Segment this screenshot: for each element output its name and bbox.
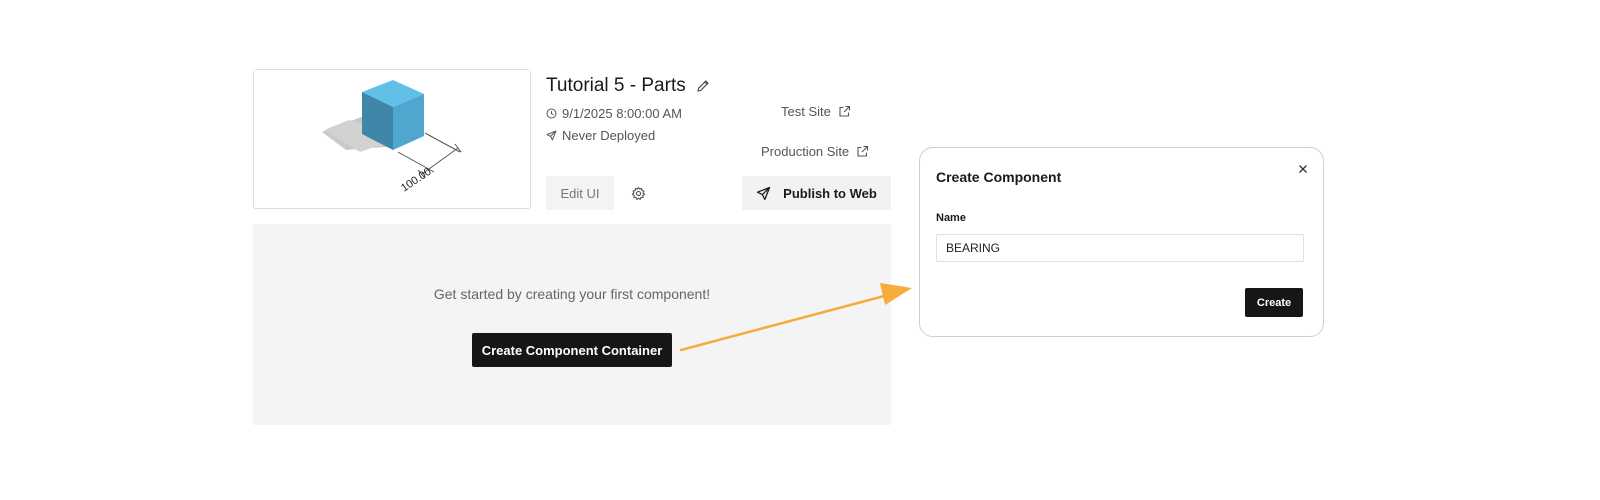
send-icon: [546, 130, 557, 141]
project-title: Tutorial 5 - Parts: [546, 75, 686, 96]
gear-icon[interactable]: [628, 183, 648, 203]
test-site-link[interactable]: Test Site: [781, 104, 851, 119]
cube-preview-icon: 100.00: [322, 80, 462, 195]
external-link-icon: [856, 145, 869, 158]
date-text: 9/1/2025 8:00:00 AM: [562, 106, 682, 121]
production-site-link[interactable]: Production Site: [761, 144, 869, 159]
create-button[interactable]: Create: [1245, 288, 1303, 317]
create-component-container-button[interactable]: Create Component Container: [472, 333, 672, 367]
close-icon[interactable]: [1295, 161, 1311, 177]
empty-state-message: Get started by creating your first compo…: [433, 286, 711, 302]
deploy-status: Never Deployed: [546, 128, 655, 143]
pencil-icon[interactable]: [696, 79, 710, 93]
publish-label: Publish to Web: [783, 185, 877, 201]
clock-icon: [546, 108, 557, 119]
project-info: Tutorial 5 - Parts 9/1/2025 8:00:00 AM N…: [546, 74, 710, 143]
publish-to-web-button[interactable]: Publish to Web: [742, 176, 891, 210]
dimension-label: 100.00: [399, 166, 434, 195]
production-site-label: Production Site: [761, 144, 850, 159]
name-field-label: Name: [936, 212, 966, 224]
project-date: 9/1/2025 8:00:00 AM: [546, 106, 682, 121]
dialog-title: Create Component: [936, 169, 1062, 185]
deploy-status-text: Never Deployed: [562, 128, 656, 143]
external-link-icon: [838, 105, 851, 118]
edit-ui-button[interactable]: Edit UI: [546, 176, 614, 210]
test-site-label: Test Site: [781, 104, 831, 119]
send-icon: [756, 186, 771, 201]
create-component-dialog: Create Component Name Create: [919, 147, 1324, 337]
project-thumbnail[interactable]: 100.00: [253, 69, 531, 209]
name-input[interactable]: [936, 234, 1304, 262]
components-panel: Get started by creating your first compo…: [253, 224, 891, 425]
